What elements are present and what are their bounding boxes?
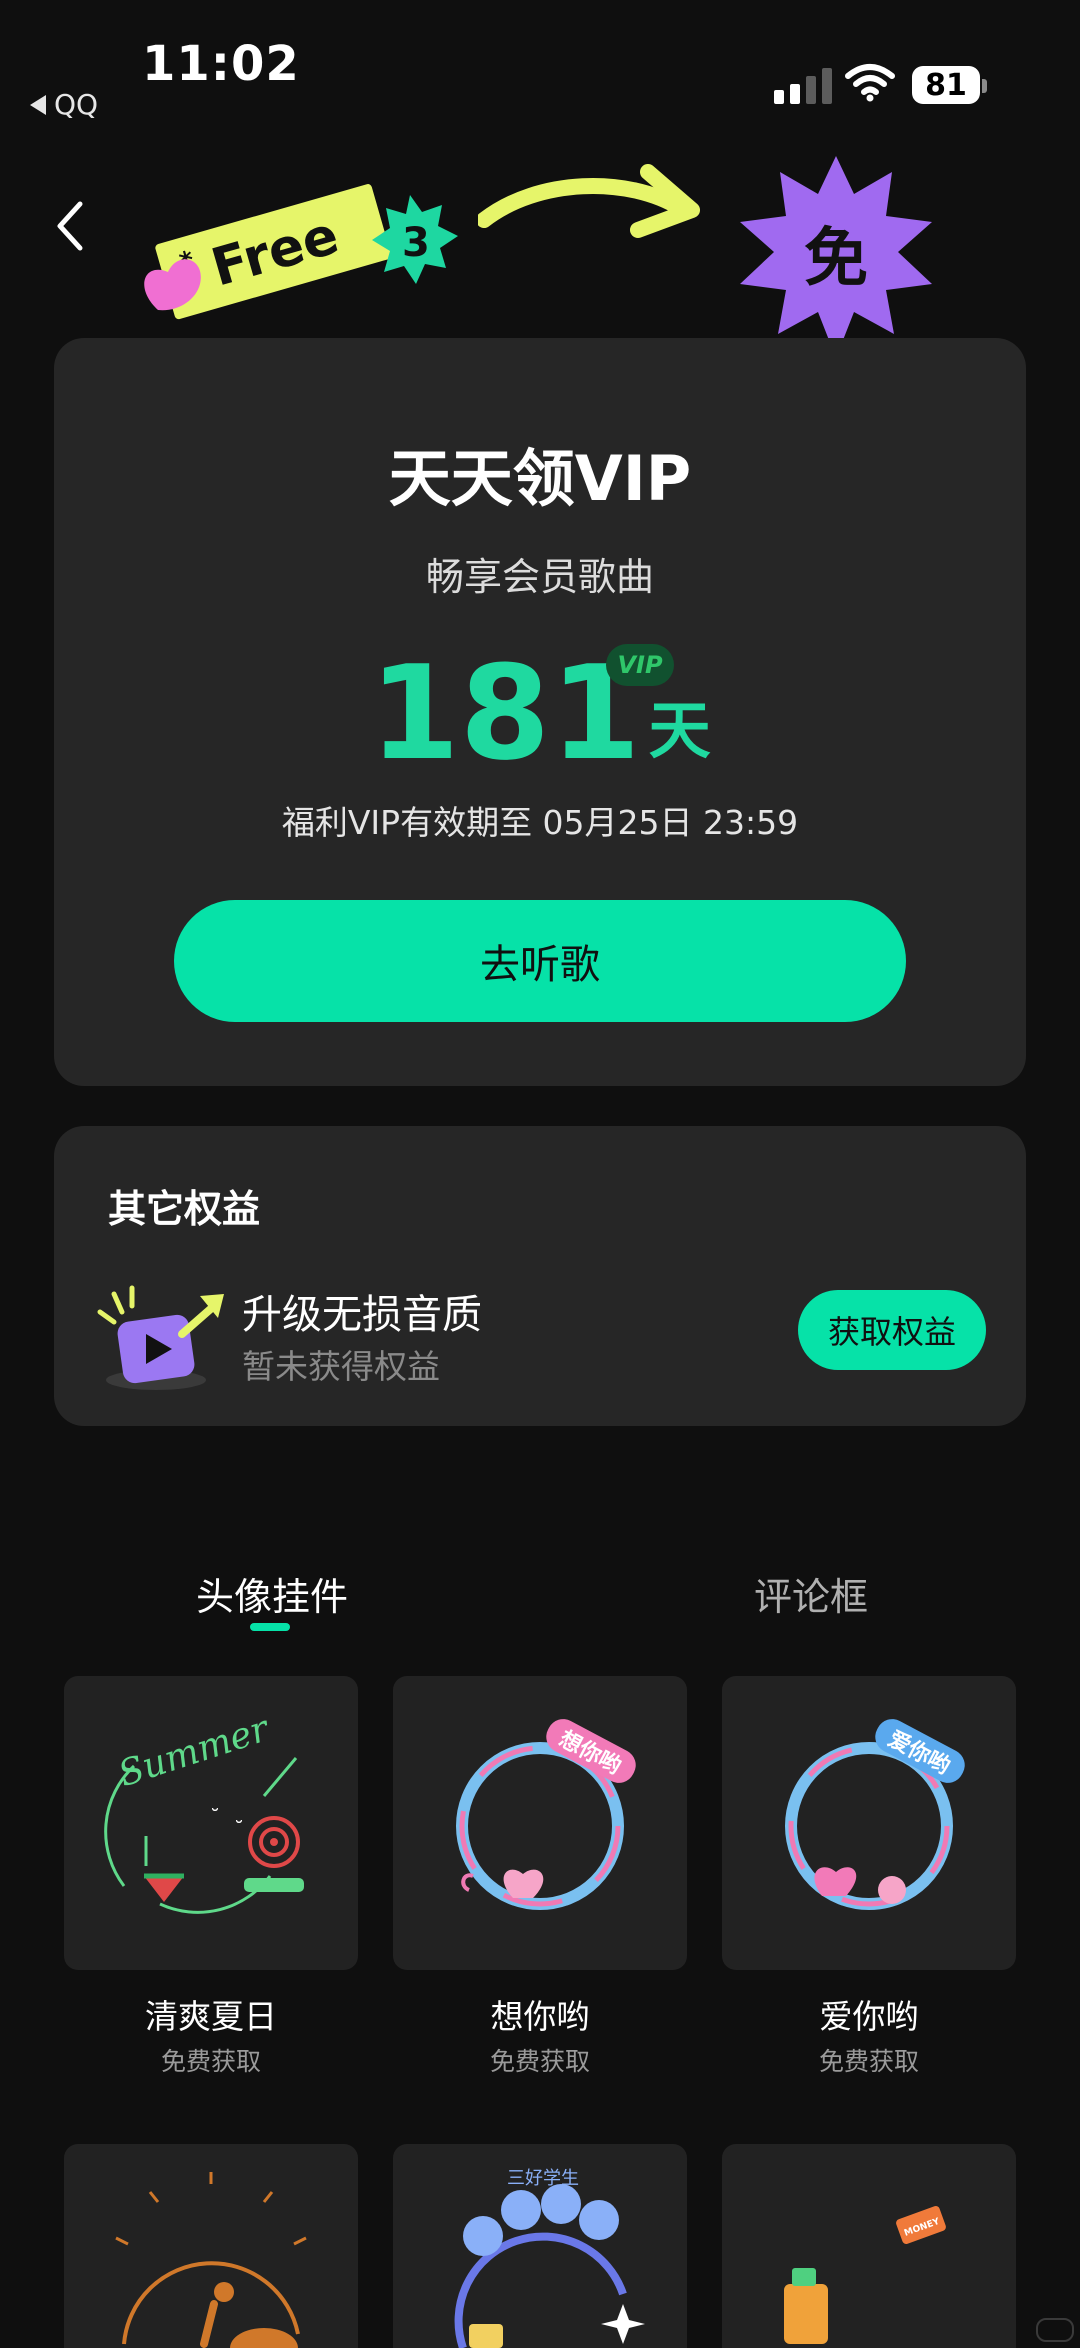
burst-char: 免 [804,222,868,296]
pendant-name-summer: 清爽夏日 [145,1997,277,2036]
free-burst-sticker: 免 [740,156,932,358]
sun-pendant-art [115,2172,307,2348]
active-tab-indicator [250,1623,290,1631]
vip-expire-text: 福利VIP有效期至 05月25日 23:59 [281,803,799,842]
right-item-status: 暂未获得权益 [242,1347,440,1386]
svg-text:˘: ˘ [234,1817,244,1841]
vip-days-unit: 天 [648,694,711,767]
back-triangle-icon [30,94,46,115]
vip-subtitle: 畅享会员歌曲 [425,555,654,599]
vip-title: 天天领VIP [388,442,692,515]
right-item-name: 升级无损音质 [242,1292,482,1338]
miss-you-pendant-art: 想你哟 [456,1719,636,1910]
pendant-sub-love-you: 免费获取 [818,2047,919,2076]
battery-tip [982,79,987,93]
vip-days-number: 181 [369,637,641,789]
good-student-art-text: 三好学生 [507,2168,579,2189]
listen-button[interactable]: 去听歌 [174,900,906,1022]
back-chevron-icon[interactable] [50,196,90,256]
back-app-label: QQ [54,88,99,121]
good-student-pendant-art: 三好学生 [454,2168,645,2348]
other-rights-title: 其它权益 [108,1187,261,1231]
vip-badge: VIP [606,644,674,686]
svg-text:˘: ˘ [210,1805,220,1829]
get-rights-button[interactable]: 获取权益 [798,1290,986,1370]
pendant-name-miss-you: 想你哟 [490,1997,590,2036]
ticket-badge-text: 3 [402,220,430,266]
lossless-audio-icon [97,1285,224,1390]
summer-pendant-art: Summer ˘ ˘ [104,1708,304,1914]
pendant-sub-summer: 免费获取 [160,2047,261,2076]
pendant-tile-money[interactable]: MONEY [722,2144,1016,2348]
money-pendant-art: MONEY [784,2206,946,2344]
pendant-tile-sun[interactable] [64,2144,358,2348]
status-time: 11:02 [142,36,300,92]
wifi-icon [845,64,895,102]
watermark-badge [1036,2318,1074,2342]
pendant-tile-love-you[interactable]: 爱你哟 [722,1676,1016,1970]
battery-indicator: 81 [912,66,980,104]
pendant-tile-good-student[interactable]: 三好学生 [393,2144,687,2348]
cellular-signal-icon [774,64,832,104]
pendant-tile-miss-you[interactable]: 想你哟 [393,1676,687,1970]
free-ticket-sticker: * Free 3 [144,184,458,320]
arrow-sticker [478,164,700,238]
pendant-sub-miss-you: 免费获取 [489,2047,590,2076]
tab-comment-frame[interactable]: 评论框 [754,1566,868,1621]
tab-avatar-pendant[interactable]: 头像挂件 [196,1566,348,1621]
love-you-pendant-art: 爱你哟 [785,1719,965,1910]
pendant-name-love-you: 爱你哟 [819,1997,919,2036]
vip-days-display: 181 天 [54,648,1026,778]
pendant-tile-summer[interactable]: Summer ˘ ˘ [64,1676,358,1970]
back-to-app-link[interactable]: QQ [30,88,98,121]
summer-art-text: Summer [114,1708,275,1795]
